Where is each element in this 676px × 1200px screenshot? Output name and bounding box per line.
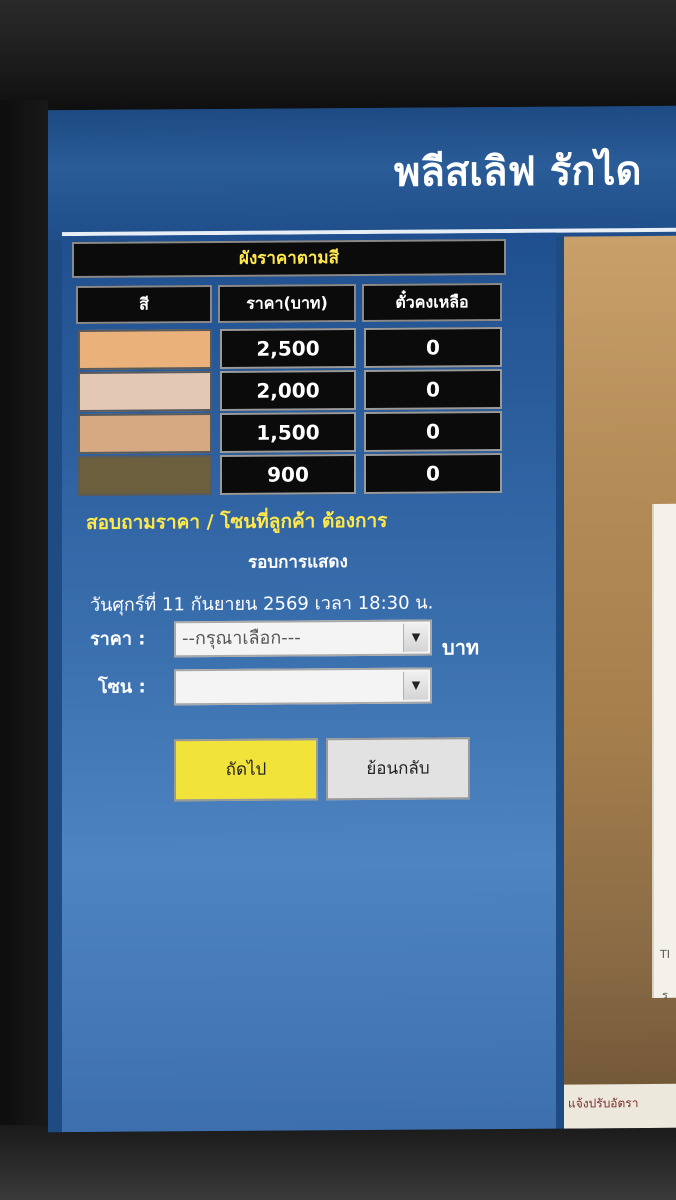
show-round-label: รอบการแสดง [248, 552, 348, 573]
remaining-cell: 0 [364, 453, 502, 494]
table-title: ผังราคาตามสี [72, 238, 506, 279]
inquiry-heading: สอบถามราคา / โซนที่ลูกค้า ต้องการ [86, 509, 388, 534]
color-swatch [78, 371, 212, 412]
column-header-color: สี [76, 285, 212, 324]
remaining-cell: 0 [364, 327, 502, 368]
chevron-down-icon[interactable]: ▼ [403, 623, 428, 652]
price-label: ราคา : [90, 628, 146, 650]
price-select[interactable]: --กรุณาเลือก--- ▼ [174, 619, 432, 658]
poster-card-text: ร [662, 988, 668, 1002]
monitor-bezel-top [0, 0, 676, 110]
page-title: พลีสเลิฟ รักได [394, 148, 642, 196]
table-row: 2,000 0 [72, 369, 512, 414]
poster-card-text: TI [660, 947, 670, 961]
price-cell: 1,500 [220, 412, 356, 453]
color-swatch [78, 413, 212, 454]
price-unit: บาท [442, 635, 480, 660]
zone-select[interactable]: ▼ [174, 667, 432, 706]
price-cell: 2,000 [220, 370, 356, 411]
remaining-cell: 0 [364, 369, 502, 410]
price-select-value: --กรุณาเลือก--- [182, 627, 301, 650]
zone-label: โซน : [98, 676, 146, 698]
table-row: 900 0 [72, 453, 512, 498]
monitor-bezel-left [0, 100, 48, 1200]
color-swatch [78, 329, 212, 370]
back-button[interactable]: ย้อนกลับ [326, 737, 470, 801]
screen: พลีสเลิฟ รักได TI ร แจ้งปรับอัตรา ผังราค… [48, 105, 676, 1133]
column-header-price: ราคา(บาท) [218, 284, 356, 324]
poster-info-card [652, 503, 676, 998]
next-button[interactable]: ถัดไป [174, 738, 318, 802]
price-cell: 2,500 [220, 328, 356, 369]
remaining-cell: 0 [364, 411, 502, 452]
table-row: 1,500 0 [72, 411, 512, 456]
chevron-down-icon[interactable]: ▼ [403, 671, 428, 700]
poster-footer-text: แจ้งปรับอัตรา [568, 1096, 639, 1111]
table-row: 2,500 0 [72, 327, 512, 372]
monitor-bezel-bottom [0, 1125, 676, 1200]
page-header: พลีสเลิฟ รักได [48, 105, 676, 241]
show-date: วันศุกร์ที่ 11 กันยายน 2569 เวลา 18:30 น… [90, 592, 434, 616]
price-cell: 900 [220, 454, 356, 495]
column-header-remaining: ตั๋วคงเหลือ [362, 283, 502, 322]
color-swatch [78, 455, 212, 496]
